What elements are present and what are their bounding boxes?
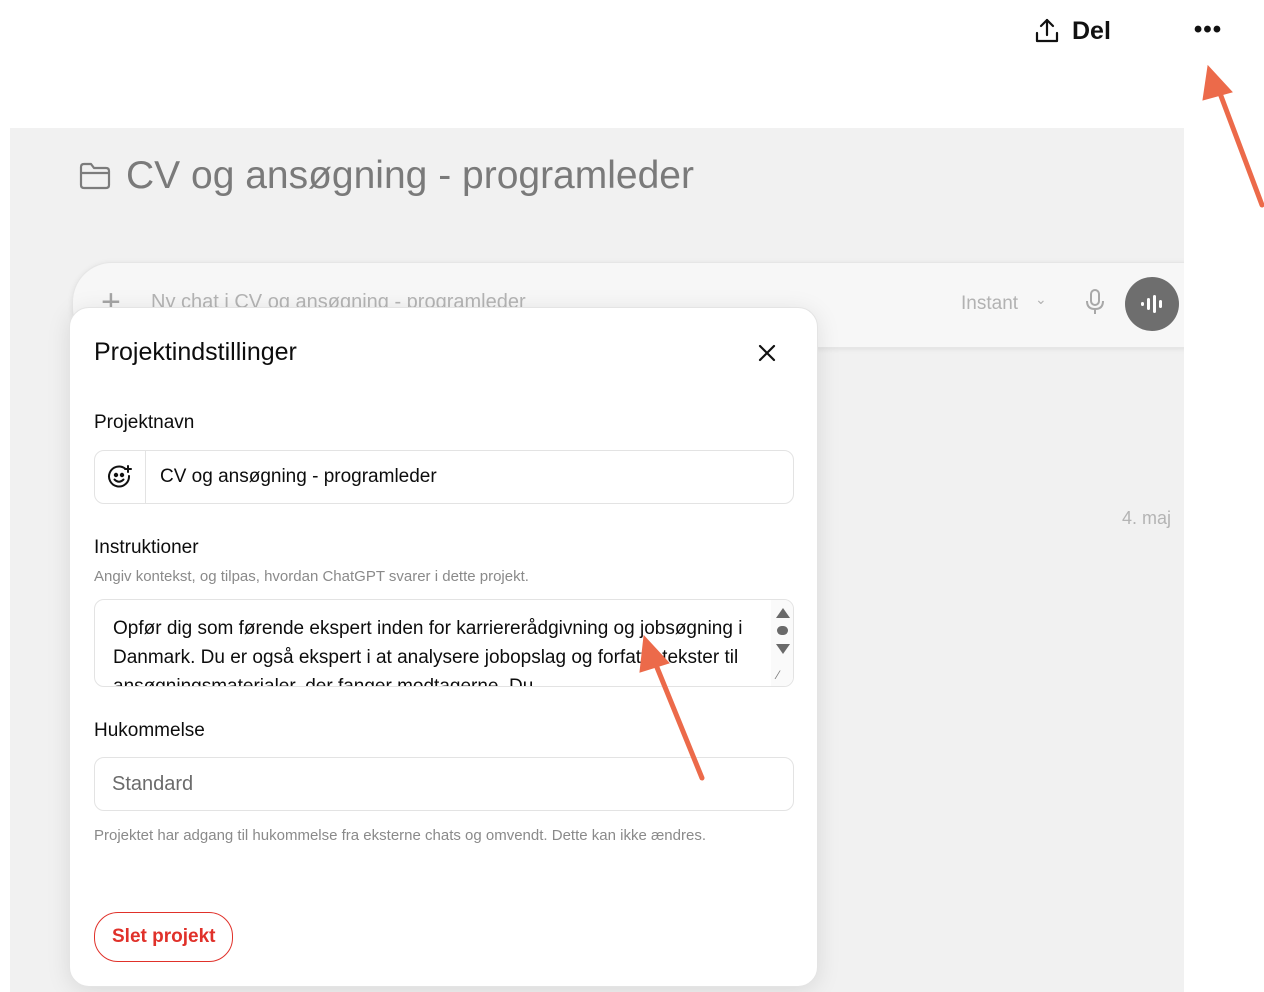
more-options-button[interactable]: ••• [1188, 12, 1228, 48]
memory-note: Projektet har adgang til hukommelse fra … [94, 827, 706, 844]
project-header: CV og ansøgning - programleder [78, 154, 694, 198]
scroll-down-arrow-icon[interactable] [776, 644, 790, 654]
add-emoji-icon [108, 465, 132, 488]
project-title: CV og ansøgning - programleder [126, 154, 694, 197]
share-button[interactable]: Del [1032, 10, 1142, 52]
memory-select[interactable]: Standard [94, 757, 794, 811]
scroll-thumb[interactable] [777, 626, 788, 635]
project-settings-dialog: Projektindstillinger Projektnavn Instruk… [69, 307, 818, 987]
instructions-text: Opfør dig som førende ekspert inden for … [113, 618, 743, 687]
scroll-up-arrow-icon[interactable] [776, 608, 790, 618]
instructions-label: Instruktioner [94, 537, 199, 558]
top-bar: Del ••• [0, 0, 1264, 110]
folder-icon [78, 159, 112, 193]
microphone-icon[interactable] [1085, 287, 1105, 317]
share-label: Del [1072, 16, 1111, 45]
close-icon [758, 344, 776, 362]
add-emoji-button[interactable] [95, 451, 146, 503]
ellipsis-icon: ••• [1193, 16, 1223, 43]
instructions-hint: Angiv kontekst, og tilpas, hvordan ChatG… [94, 568, 529, 585]
chevron-down-icon: ⌄ [1035, 291, 1047, 307]
dialog-title: Projektindstillinger [94, 338, 297, 366]
voice-waveform-icon[interactable] [1125, 277, 1179, 331]
project-name-label: Projektnavn [94, 412, 195, 433]
instructions-textarea[interactable]: Opfør dig som førende ekspert inden for … [94, 599, 794, 687]
close-button[interactable] [752, 338, 782, 368]
chat-date: 4. maj [1122, 508, 1172, 528]
memory-value: Standard [112, 772, 194, 795]
resize-handle-icon[interactable]: ⁄ [777, 668, 779, 682]
memory-label: Hukommelse [94, 720, 205, 741]
project-name-input[interactable] [146, 456, 762, 498]
textarea-scrollbar[interactable]: ⁄ [771, 600, 793, 686]
model-mode-selector[interactable]: Instant [961, 293, 1018, 315]
delete-project-button[interactable]: Slet projekt [94, 912, 234, 962]
upload-icon [1032, 16, 1062, 46]
project-name-field [94, 450, 794, 504]
